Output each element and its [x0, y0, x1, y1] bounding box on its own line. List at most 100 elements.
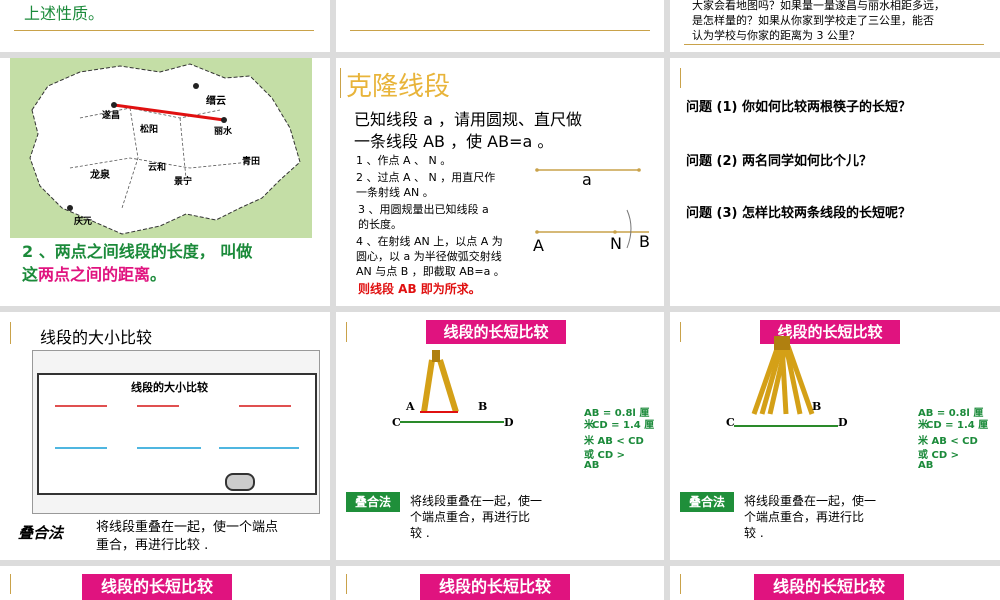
slide-3-line3: 认为学校与你家的距离为 3 公里？	[692, 29, 860, 42]
measure-6: AB	[584, 460, 600, 471]
measure-4: 米 AB < CD	[918, 436, 978, 447]
title-bar	[680, 574, 681, 594]
embedded-window: 线段的大小比较	[32, 350, 320, 514]
slide-11-title: 线段的长短比较	[420, 574, 570, 600]
label-N: N	[610, 234, 622, 253]
slide-8-title: 线段的长短比较	[426, 320, 566, 344]
method-label: 叠合法	[680, 492, 734, 512]
caption-part-a: 这	[22, 265, 39, 284]
measure-5: 或 CD >	[918, 450, 959, 461]
slide-10-title: 线段的长短比较	[82, 574, 232, 600]
caption-part-c: 。	[150, 265, 167, 284]
map-label-suichang: 遂昌	[102, 111, 121, 121]
point-D: D	[838, 416, 848, 429]
slide-9[interactable]: 线段的长短比较 B C D AB = 0.8l 厘 米 CD = 1.4 厘 米…	[670, 312, 1000, 560]
map-label-longquan: 龙泉	[90, 170, 110, 181]
slide-4[interactable]: 遂昌 松阳 丽水 缙云 青田 云和 龙泉 景宁 庆元 2 、两点之间线段的长度，…	[0, 58, 330, 306]
divider	[684, 44, 984, 45]
slide-7[interactable]: 线段的大小比较 线段的大小比较 叠合法 将线段重叠在一起，使一个端点 重合，再进…	[0, 312, 330, 560]
slide-1[interactable]: 上述性质。	[0, 0, 330, 52]
label-B: B	[639, 232, 650, 251]
slide-6[interactable]: 问题 (1) 你如何比较两根筷子的长短？ 问题 (2) 两名同学如何比个儿？ 问…	[670, 58, 1000, 306]
method-line1: 将线段重叠在一起，使一	[744, 494, 877, 508]
point-D: D	[504, 416, 514, 429]
method-line3: 较 .	[744, 526, 764, 540]
map-svg	[29, 63, 301, 235]
label-A: A	[533, 236, 544, 255]
title-bar	[340, 68, 341, 98]
method-label: 叠合法	[346, 492, 400, 512]
map-image: 遂昌 松阳 丽水 缙云 青田 云和 龙泉 景宁 庆元	[10, 58, 312, 238]
slide-10[interactable]: 线段的长短比较	[0, 566, 330, 600]
title-bar	[680, 322, 681, 342]
slide-4-caption-1: 2 、两点之间线段的长度， 叫做	[22, 242, 253, 261]
corner-bar	[680, 68, 681, 88]
map-label-jinyun: 缙云	[206, 96, 226, 107]
measure-5: 或 CD >	[584, 450, 625, 461]
compass-overlay-figure	[734, 336, 838, 427]
point-B: B	[478, 400, 488, 413]
divider	[14, 30, 314, 31]
question-1: 问题 (1) 你如何比较两根筷子的长短？	[686, 100, 911, 115]
map-label-yunhe: 云和	[148, 163, 167, 173]
method-line1: 将线段重叠在一起，使一	[410, 494, 543, 508]
method-label: 叠合法	[18, 524, 64, 542]
method-line1: 将线段重叠在一起，使一个端点	[96, 520, 279, 535]
blue-segment-1	[55, 447, 107, 449]
map-label-qingtian: 青田	[242, 157, 261, 167]
label-a: a	[582, 170, 592, 189]
method-line2: 个端点重合，再进行比	[744, 510, 865, 524]
measure-6: AB	[918, 460, 934, 471]
method-line2: 个端点重合，再进行比	[410, 510, 531, 524]
red-segment-3	[239, 405, 291, 407]
blue-segment-2	[137, 447, 201, 449]
question-3: 问题 (3) 怎样比较两条线段的长短呢？	[686, 206, 911, 221]
red-segment-2	[137, 405, 179, 407]
map-label-lishui: 丽水	[214, 127, 233, 137]
slide-8[interactable]: 线段的长短比较 A B C D AB = 0.8l 厘 米 CD = 1.4 厘…	[336, 312, 664, 560]
slide-2[interactable]	[336, 0, 664, 52]
compass-figure	[400, 350, 504, 423]
slide-4-caption-2: 这两点之间的距离。	[22, 261, 166, 285]
step-2b: 一条射线 AN 。	[356, 186, 434, 199]
slide-12-title: 线段的长短比较	[754, 574, 904, 600]
slide-5-title: 克隆线段	[346, 72, 451, 102]
title-bar	[10, 322, 11, 344]
title-bar	[346, 574, 347, 594]
red-segment-1	[55, 405, 107, 407]
slide-1-text: 上述性质。	[24, 4, 105, 23]
measure-3: CD = 1.4 厘	[592, 420, 655, 431]
title-bar	[346, 322, 347, 342]
slide-5-line1: 已知线段 a ，请用圆规、直尺做	[354, 110, 582, 129]
step-3b: 的长度。	[358, 218, 402, 231]
slide-12[interactable]: 线段的长短比较	[670, 566, 1000, 600]
map-label-jingning: 景宁	[174, 177, 193, 187]
step-3a: 3 、用圆规量出已知线段 a	[358, 203, 489, 216]
title-bar	[10, 574, 11, 594]
slide-7-title: 线段的大小比较	[40, 328, 153, 347]
caption-part-b: 两点之间的距离	[38, 265, 151, 284]
method-line2: 重合，再进行比较 .	[96, 538, 209, 553]
blue-segment-3	[219, 447, 299, 449]
step-4a: 4 、在射线 AN 上，以点 A 为	[356, 235, 503, 248]
slide-5[interactable]: 克隆线段 已知线段 a ，请用圆规、直尺做 一条线段 AB ，使 AB=a 。 …	[336, 58, 664, 306]
play-button[interactable]	[225, 473, 255, 491]
slide-3-line2: 是怎样量的？如果从你家到学校走了三公里，能否	[692, 14, 934, 27]
measure-3: CD = 1.4 厘	[926, 420, 989, 431]
method-line3: 较 .	[410, 526, 430, 540]
slide-3[interactable]: 大家会看地图吗？如果量一量遂昌与丽水相距多远， 是怎样量的？如果从你家到学校走了…	[670, 0, 1000, 52]
question-2: 问题 (2) 两名同学如何比个儿？	[686, 154, 872, 169]
slide-5-line2: 一条线段 AB ，使 AB=a 。	[354, 132, 554, 151]
map-label-songyang: 松阳	[140, 125, 159, 135]
map-label-qingyuan: 庆元	[74, 217, 93, 227]
point-B: B	[812, 400, 822, 413]
point-C: C	[392, 416, 401, 429]
step-4b: 圆心，以 a 为半径做弧交射线	[356, 250, 502, 263]
divider	[350, 30, 650, 31]
step-2a: 2 、过点 A 、 N ，用直尺作	[356, 171, 496, 184]
point-A: A	[406, 400, 415, 413]
inner-title: 线段的大小比较	[131, 381, 208, 394]
step-4c: AN 与点 B ，即截取 AB=a 。	[356, 265, 505, 278]
slide-11[interactable]: 线段的长短比较	[336, 566, 664, 600]
measure-4: 米 AB < CD	[584, 436, 644, 447]
